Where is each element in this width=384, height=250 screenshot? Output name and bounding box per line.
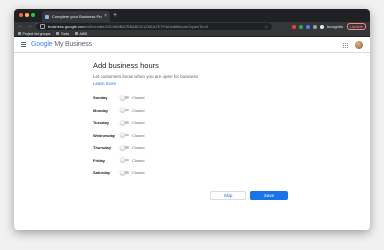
day-status: Closed [132,170,145,175]
bookmark-item[interactable]: AWS [75,32,87,36]
day-row-wednesday: Wednesday Closed [93,132,213,140]
main-content: Add business hours Let customers know wh… [14,53,370,230]
minimize-window-icon[interactable] [25,13,29,17]
browser-toolbar: ← → ↻ business.google.com /u/0/create/2/… [14,22,370,31]
bookmark-label: Project list groups [22,31,51,36]
folder-icon [18,32,21,35]
lock-icon [40,24,45,29]
folder-icon [75,32,78,35]
back-icon[interactable]: ← [18,24,23,29]
day-row-thursday: Thursday Closed [93,144,213,152]
extension-icon[interactable] [305,24,310,29]
day-row-tuesday: Tuesday Closed [93,119,213,127]
day-label: Monday [93,107,109,113]
app-header: Google My Business [14,37,370,53]
day-label: Friday [93,157,106,163]
hamburger-menu-icon[interactable] [21,42,26,47]
learn-more-link[interactable]: Learn more [93,81,116,86]
browser-window: Complete your Business Profi × + ← → ↻ b… [14,9,370,230]
day-label: Thursday [93,145,112,150]
day-status: Closed [132,157,145,163]
save-button[interactable]: Save [250,191,288,200]
extension-icon[interactable] [312,24,317,29]
incognito-label: Incognito [326,24,344,29]
url-host: business.google.com [48,24,86,29]
open-toggle[interactable] [120,132,129,137]
google-logo-text: Google [31,41,53,48]
close-window-icon[interactable] [19,13,23,17]
address-bar[interactable]: business.google.com /u/0/create/2/D16MBA… [36,23,272,30]
toolbar-extensions: Incognito Update [289,23,366,30]
day-status: Closed [132,95,145,100]
avatar[interactable] [355,41,363,49]
bookmark-item[interactable]: Tools [56,32,69,36]
open-toggle[interactable] [120,157,129,162]
day-status: Closed [132,145,145,150]
update-button[interactable]: Update [347,23,366,30]
bookmark-star-icon[interactable]: ☆ [264,24,268,29]
maximize-window-icon[interactable] [31,13,35,17]
folder-icon [56,32,60,35]
day-label: Wednesday [93,132,116,138]
extension-icon[interactable] [298,24,303,29]
tab-strip: Complete your Business Profi × + [14,9,370,22]
favicon-icon [45,14,49,19]
day-label: Saturday [93,170,111,175]
page-title: Add business hours [93,61,159,70]
apps-grid-icon[interactable] [343,43,348,48]
open-toggle[interactable] [120,169,129,175]
open-toggle[interactable] [120,94,129,100]
day-row-sunday: Sunday Closed [93,94,213,102]
day-status: Closed [132,132,145,138]
url-path: /u/0/create/2/D16MBA7B5ABCD1Z0EA7E7F4e/e… [85,24,208,29]
open-toggle[interactable] [120,119,129,125]
day-row-saturday: Saturday Closed [93,169,213,177]
extension-icon[interactable] [291,24,296,29]
open-toggle[interactable] [120,107,129,112]
open-toggle[interactable] [120,144,129,150]
day-label: Tuesday [93,120,109,125]
page-subtitle: Let customers know when you are open for… [93,74,199,79]
bookmark-label: Tools [60,31,69,36]
day-label: Sunday [93,95,108,100]
day-row-monday: Monday Closed [93,107,213,115]
tab-title: Complete your Business Profi [52,14,103,19]
bookmark-item[interactable]: Project list groups [18,32,50,36]
google-my-business-logo[interactable]: Google My Business [31,41,92,48]
browser-tab[interactable]: Complete your Business Profi × [42,11,110,22]
day-row-friday: Friday Closed [93,157,213,165]
skip-button[interactable]: Skip [210,191,246,200]
tab-close-icon[interactable]: × [104,14,107,19]
bookmark-label: AWS [79,31,88,36]
forward-icon[interactable]: → [27,24,32,29]
incognito-icon [319,24,324,29]
day-status: Closed [132,120,145,125]
new-tab-icon[interactable]: + [113,12,117,19]
day-status: Closed [132,107,145,113]
product-name: My Business [54,41,92,48]
